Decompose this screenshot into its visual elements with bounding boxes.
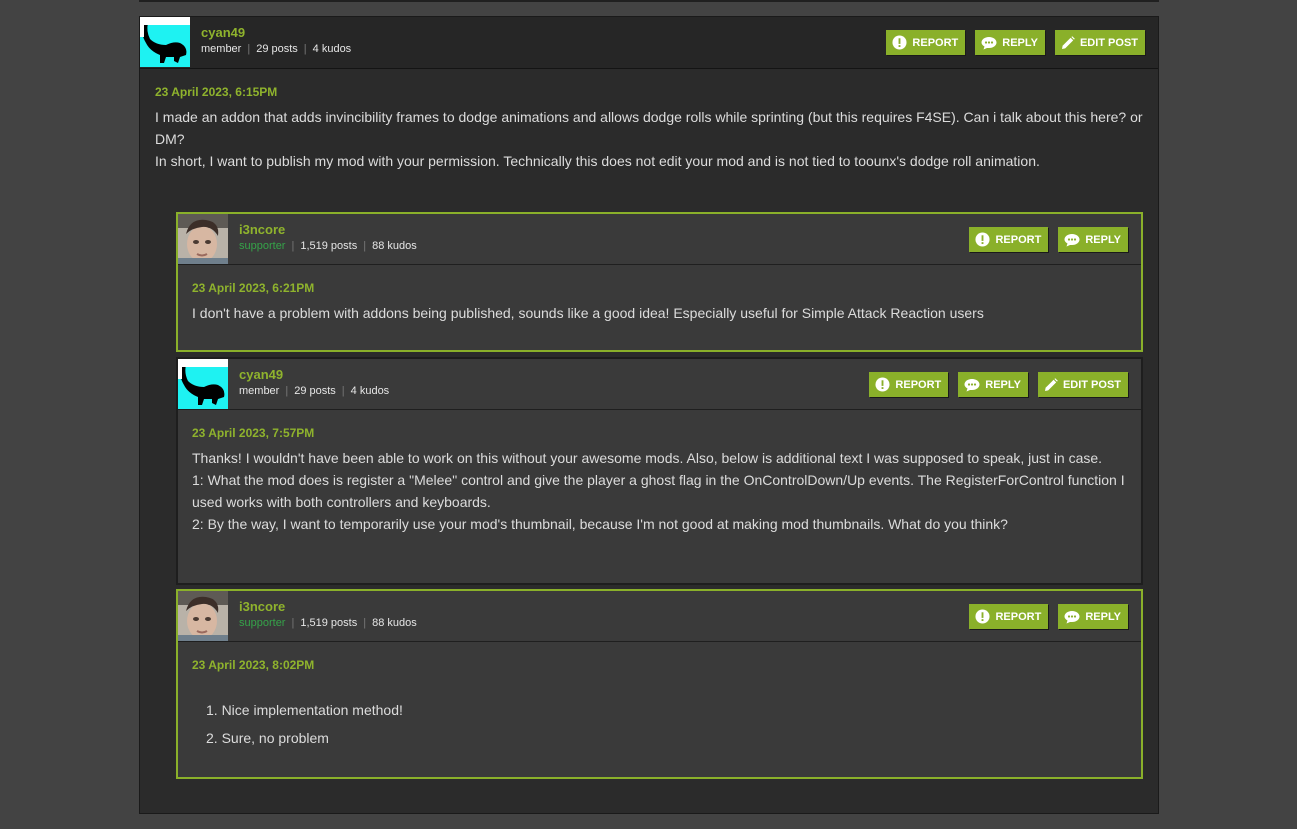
avatar[interactable]: [178, 214, 228, 264]
post-text: I made an addon that adds invincibility …: [155, 106, 1143, 172]
post-body: 23 April 2023, 8:02PM 1. Nice implementa…: [178, 642, 1141, 752]
exclamation-circle-icon: [892, 35, 907, 50]
avatar[interactable]: [140, 17, 190, 67]
reply-label: REPLY: [1085, 610, 1121, 623]
post-text: Thanks! I wouldn't have been able to wor…: [192, 447, 1127, 535]
report-button[interactable]: REPORT: [886, 30, 966, 55]
author-role: member: [201, 43, 242, 55]
speech-bubble-icon: [1064, 233, 1080, 247]
reply-i3ncore-2: i3ncore supporter | 1,519 posts | 88 kudos R…: [176, 589, 1143, 779]
post-date[interactable]: 23 April 2023, 8:02PM: [192, 656, 1127, 674]
pencil-icon: [1061, 35, 1075, 50]
post-count: 1,519 posts: [300, 617, 358, 629]
author-name[interactable]: cyan49: [201, 25, 351, 41]
author-role: member: [239, 385, 280, 397]
list-item: 2. Sure, no problem: [206, 730, 329, 746]
avatar[interactable]: [178, 359, 228, 409]
post-cyan49-1: cyan49 member | 29 posts | 4 kudos REPORT RE…: [140, 17, 1158, 172]
reply-button[interactable]: REPLY: [958, 372, 1028, 397]
report-button[interactable]: REPORT: [969, 227, 1049, 252]
exclamation-circle-icon: [975, 232, 991, 247]
pencil-icon: [1044, 377, 1058, 392]
post-header: i3ncore supporter | 1,519 posts | 88 kudos R…: [178, 214, 1141, 265]
paragraph: Thanks! I wouldn't have been able to wor…: [192, 450, 1103, 466]
edit-post-button[interactable]: EDIT POST: [1037, 372, 1128, 397]
post-body: 23 April 2023, 7:57PM Thanks! I wouldn't…: [178, 410, 1141, 535]
post-date[interactable]: 23 April 2023, 7:57PM: [192, 424, 1127, 442]
top-divider: [139, 0, 1159, 2]
speech-bubble-icon: [1064, 610, 1080, 624]
paragraph: 1: What the mod does is register a "Mele…: [192, 472, 1125, 510]
post-date[interactable]: 23 April 2023, 6:15PM: [155, 83, 1143, 101]
kudos-count: 4 kudos: [350, 385, 390, 397]
paragraph: I made an addon that adds invincibility …: [155, 109, 1143, 147]
exclamation-circle-icon: [875, 377, 890, 392]
edit-post-button[interactable]: EDIT POST: [1054, 30, 1145, 55]
author-role: supporter: [239, 240, 286, 252]
edit-post-label: EDIT POST: [1062, 378, 1121, 391]
reply-label: REPLY: [1002, 36, 1038, 49]
paragraph: I don't have a problem with addons being…: [192, 305, 984, 321]
post-body: 23 April 2023, 6:21PM I don't have a pro…: [178, 265, 1141, 324]
post-text: I don't have a problem with addons being…: [192, 302, 1127, 324]
reply-cyan49-2: cyan49 member | 29 posts | 4 kudos REPORT RE…: [176, 357, 1143, 585]
reply-button[interactable]: REPLY: [1058, 604, 1128, 629]
speech-bubble-icon: [981, 36, 997, 50]
post-count: 29 posts: [256, 43, 298, 55]
post-date[interactable]: 23 April 2023, 6:21PM: [192, 279, 1127, 297]
reply-button[interactable]: REPLY: [975, 30, 1045, 55]
post-count: 29 posts: [294, 385, 336, 397]
post-header: i3ncore supporter | 1,519 posts | 88 kudos R…: [178, 591, 1141, 642]
post-count: 1,519 posts: [300, 240, 358, 252]
paragraph: 2: By the way, I want to temporarily use…: [192, 516, 1008, 532]
report-button[interactable]: REPORT: [869, 372, 949, 397]
report-label: REPORT: [912, 36, 959, 49]
reply-label: REPLY: [985, 378, 1021, 391]
avatar[interactable]: [178, 591, 228, 641]
edit-post-label: EDIT POST: [1079, 36, 1138, 49]
list-item: 1. Nice implementation method!: [206, 702, 403, 718]
report-label: REPORT: [995, 233, 1042, 246]
paragraph: In short, I want to publish my mod with …: [155, 153, 1040, 169]
post-body: 23 April 2023, 6:15PM I made an addon th…: [140, 69, 1158, 172]
author-name[interactable]: i3ncore: [239, 599, 417, 615]
ordered-list: 1. Nice implementation method! 2. Sure, …: [192, 696, 1127, 752]
author-name[interactable]: cyan49: [239, 367, 389, 383]
report-button[interactable]: REPORT: [969, 604, 1049, 629]
reply-i3ncore-1: i3ncore supporter | 1,519 posts | 88 kudos R…: [176, 212, 1143, 352]
report-label: REPORT: [895, 378, 942, 391]
report-label: REPORT: [995, 610, 1042, 623]
reply-label: REPLY: [1085, 233, 1121, 246]
reply-button[interactable]: REPLY: [1058, 227, 1128, 252]
author-name[interactable]: i3ncore: [239, 222, 417, 238]
kudos-count: 88 kudos: [372, 617, 417, 629]
exclamation-circle-icon: [975, 609, 991, 624]
kudos-count: 88 kudos: [372, 240, 417, 252]
speech-bubble-icon: [964, 378, 980, 392]
post-header: cyan49 member | 29 posts | 4 kudos REPORT RE…: [178, 359, 1141, 410]
post-header: cyan49 member | 29 posts | 4 kudos REPORT RE…: [140, 17, 1158, 69]
author-role: supporter: [239, 617, 286, 629]
comment-thread: cyan49 member | 29 posts | 4 kudos REPORT RE…: [139, 16, 1159, 814]
kudos-count: 4 kudos: [312, 43, 352, 55]
